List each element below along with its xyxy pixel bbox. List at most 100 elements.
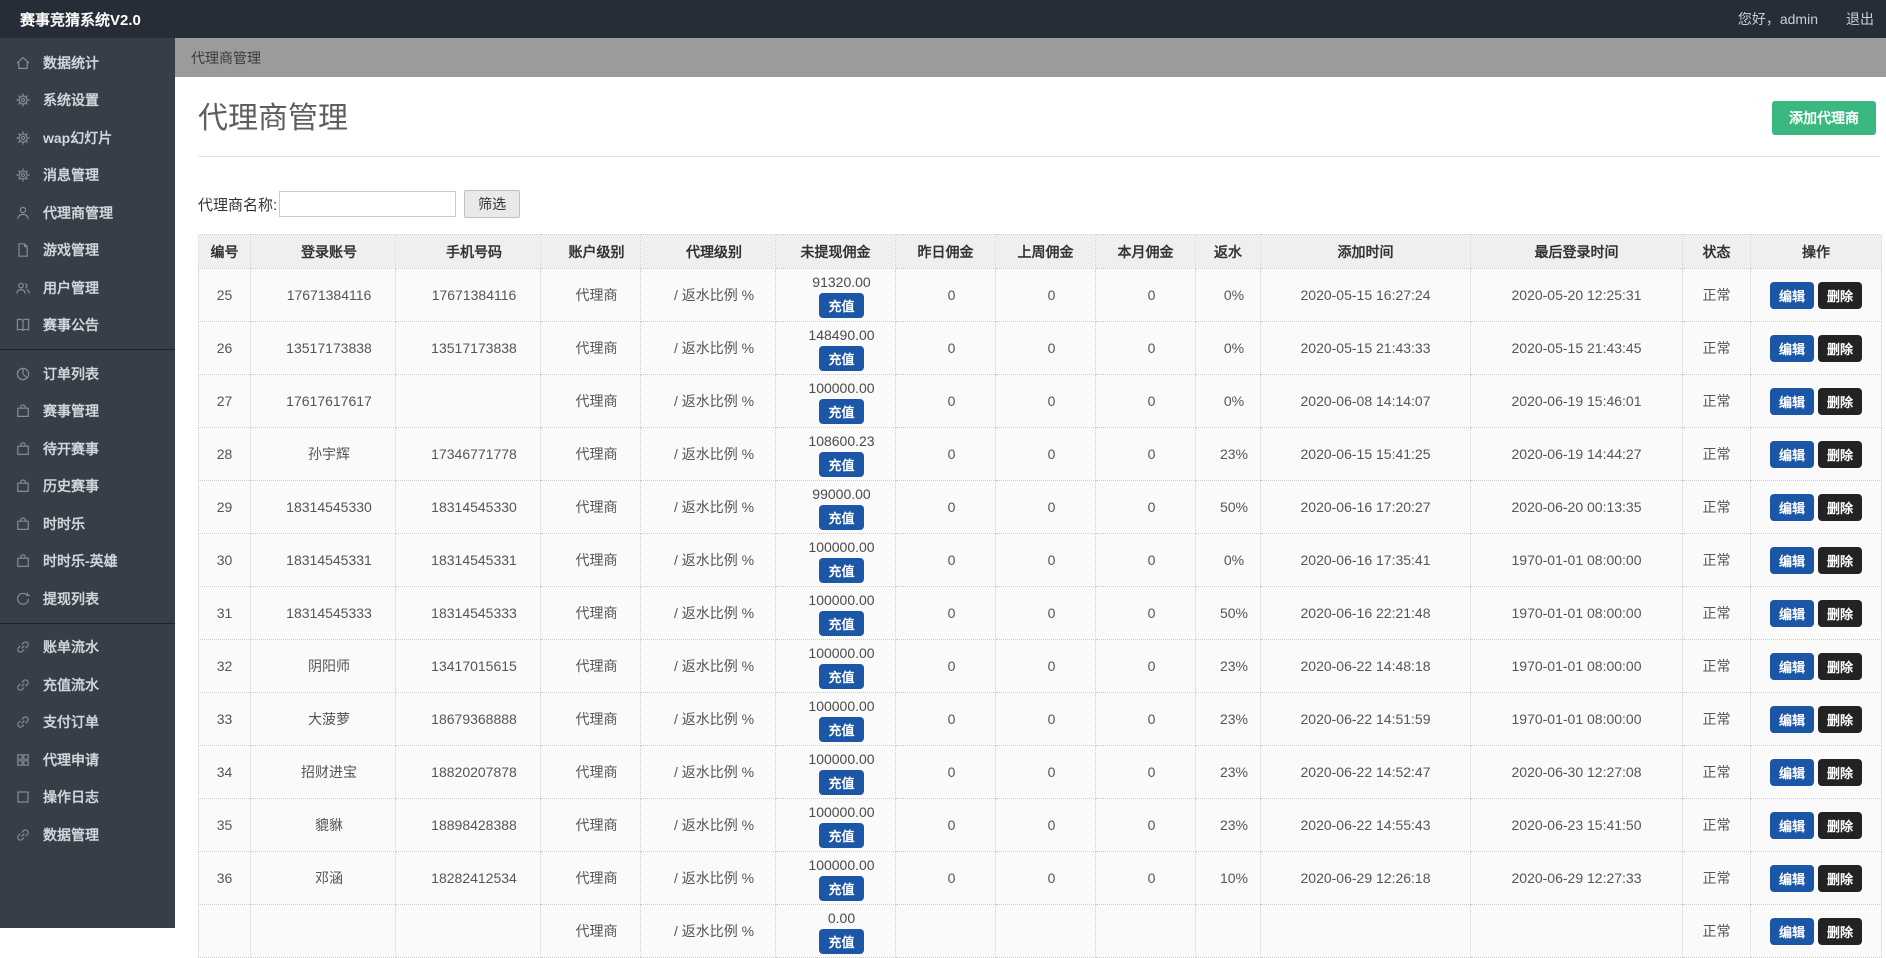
delete-button[interactable]: 删除 bbox=[1818, 917, 1863, 945]
sidebar-item-label: 支付订单 bbox=[43, 714, 99, 731]
sidebar-item-game-mgmt[interactable]: 游戏管理 bbox=[0, 232, 175, 270]
recharge-button[interactable]: 充值 bbox=[819, 664, 864, 689]
last-week-cell: 0 bbox=[995, 533, 1096, 587]
main-content: 代理商管理 添加代理商 代理商名称: 筛选 编号 登录账号 手机号码 账户级别 代理级别… bbox=[175, 77, 1886, 958]
sidebar-item-shishile[interactable]: 时时乐 bbox=[0, 505, 175, 543]
edit-button[interactable]: 编辑 bbox=[1769, 334, 1814, 362]
account-cell: 邓涵 bbox=[250, 851, 396, 905]
delete-button[interactable]: 删除 bbox=[1818, 440, 1863, 468]
edit-button[interactable]: 编辑 bbox=[1769, 864, 1814, 892]
id-cell: 30 bbox=[198, 533, 251, 587]
account-level-cell: 代理商 bbox=[540, 586, 641, 640]
status-cell: 正常 bbox=[1682, 639, 1751, 693]
sidebar-item-match-mgmt[interactable]: 赛事管理 bbox=[0, 393, 175, 431]
add-agent-button[interactable]: 添加代理商 bbox=[1772, 101, 1876, 135]
sidebar-item-shishile-hero[interactable]: 时时乐-英雄 bbox=[0, 543, 175, 581]
sidebar-item-system-settings[interactable]: 系统设置 bbox=[0, 82, 175, 120]
sidebar-item-agent-mgmt[interactable]: 代理商管理 bbox=[0, 194, 175, 232]
sidebar-item-label: 数据管理 bbox=[43, 826, 99, 843]
commission-value: 148490.00 bbox=[808, 327, 875, 343]
sidebar-item-wap-slides[interactable]: wap幻灯片 bbox=[0, 119, 175, 157]
sidebar-item-bill-flow[interactable]: 账单流水 bbox=[0, 629, 175, 667]
recharge-button[interactable]: 充值 bbox=[819, 611, 864, 636]
edit-button[interactable]: 编辑 bbox=[1769, 705, 1814, 733]
sidebar-item-message-mgmt[interactable]: 消息管理 bbox=[0, 157, 175, 195]
recharge-button[interactable]: 充值 bbox=[819, 558, 864, 583]
sidebar-item-match-announcement[interactable]: 赛事公告 bbox=[0, 307, 175, 345]
recharge-button[interactable]: 充值 bbox=[819, 346, 864, 371]
recharge-button[interactable]: 充值 bbox=[819, 505, 864, 530]
commission-cell: 100000.00 充值 bbox=[775, 692, 896, 746]
delete-button[interactable]: 删除 bbox=[1818, 705, 1863, 733]
recharge-button[interactable]: 充值 bbox=[819, 876, 864, 901]
sidebar-item-payment-orders[interactable]: 支付订单 bbox=[0, 704, 175, 742]
delete-button[interactable]: 删除 bbox=[1818, 546, 1863, 574]
sidebar-item-recharge-flow[interactable]: 充值流水 bbox=[0, 666, 175, 704]
this-month-cell: 0 bbox=[1095, 533, 1196, 587]
edit-button[interactable]: 编辑 bbox=[1769, 387, 1814, 415]
recharge-button[interactable]: 充值 bbox=[819, 929, 864, 954]
recharge-button[interactable]: 充值 bbox=[819, 717, 864, 742]
delete-button[interactable]: 删除 bbox=[1818, 493, 1863, 521]
agent-name-input[interactable] bbox=[279, 191, 457, 217]
account-cell: 貔貅 bbox=[250, 798, 396, 852]
edit-button[interactable]: 编辑 bbox=[1769, 440, 1814, 468]
agent-level-cell: / 返水比例 % bbox=[640, 533, 776, 587]
account-cell: 18314545330 bbox=[250, 480, 396, 534]
delete-button[interactable]: 删除 bbox=[1818, 811, 1863, 839]
delete-button[interactable]: 删除 bbox=[1818, 652, 1863, 680]
last-week-cell: 0 bbox=[995, 321, 1096, 375]
sidebar-item-history-matches[interactable]: 历史赛事 bbox=[0, 468, 175, 506]
link-icon bbox=[15, 827, 31, 843]
last-login-cell: 1970-01-01 08:00:00 bbox=[1470, 692, 1683, 746]
rebate-cell: 50% bbox=[1195, 480, 1261, 534]
link-icon bbox=[15, 639, 31, 655]
recharge-button[interactable]: 充值 bbox=[819, 293, 864, 318]
sidebar-item-label: 时时乐-英雄 bbox=[43, 553, 118, 570]
rebate-cell: 23% bbox=[1195, 639, 1261, 693]
edit-button[interactable]: 编辑 bbox=[1769, 811, 1814, 839]
delete-button[interactable]: 删除 bbox=[1818, 387, 1863, 415]
commission-value: 100000.00 bbox=[808, 804, 875, 820]
commission-cell: 100000.00 充值 bbox=[775, 533, 896, 587]
added-time-cell: 2020-06-15 15:41:25 bbox=[1260, 427, 1471, 481]
sidebar-item-withdraw-list[interactable]: 提现列表 bbox=[0, 580, 175, 618]
recharge-button[interactable]: 充值 bbox=[819, 399, 864, 424]
phone-cell: 18314545331 bbox=[395, 533, 541, 587]
sidebar-item-agent-apply[interactable]: 代理申请 bbox=[0, 741, 175, 779]
commission-value: 100000.00 bbox=[808, 380, 875, 396]
sidebar-item-user-mgmt[interactable]: 用户管理 bbox=[0, 269, 175, 307]
delete-button[interactable]: 删除 bbox=[1818, 281, 1863, 309]
sidebar-item-operation-log[interactable]: 操作日志 bbox=[0, 779, 175, 817]
recharge-button[interactable]: 充值 bbox=[819, 770, 864, 795]
rebate-cell: 23% bbox=[1195, 427, 1261, 481]
title-divider bbox=[198, 156, 1880, 157]
refresh-icon bbox=[15, 591, 31, 607]
logout-link[interactable]: 退出 bbox=[1846, 9, 1874, 29]
recharge-button[interactable]: 充值 bbox=[819, 452, 864, 477]
edit-button[interactable]: 编辑 bbox=[1769, 652, 1814, 680]
sidebar-item-label: 系统设置 bbox=[43, 92, 99, 109]
edit-button[interactable]: 编辑 bbox=[1769, 546, 1814, 574]
delete-button[interactable]: 删除 bbox=[1818, 758, 1863, 786]
recharge-button[interactable]: 充值 bbox=[819, 823, 864, 848]
edit-button[interactable]: 编辑 bbox=[1769, 493, 1814, 521]
edit-button[interactable]: 编辑 bbox=[1769, 758, 1814, 786]
added-time-cell: 2020-06-16 17:35:41 bbox=[1260, 533, 1471, 587]
filter-button[interactable]: 筛选 bbox=[464, 190, 521, 218]
edit-button[interactable]: 编辑 bbox=[1769, 599, 1814, 627]
sidebar-item-order-list[interactable]: 订单列表 bbox=[0, 355, 175, 393]
agent-level-cell: / 返水比例 % bbox=[640, 639, 776, 693]
delete-button[interactable]: 删除 bbox=[1818, 864, 1863, 892]
sidebar-item-pending-matches[interactable]: 待开赛事 bbox=[0, 430, 175, 468]
delete-button[interactable]: 删除 bbox=[1818, 599, 1863, 627]
sidebar-item-label: 赛事公告 bbox=[43, 317, 99, 334]
delete-button[interactable]: 删除 bbox=[1818, 334, 1863, 362]
sidebar-item-data-mgmt[interactable]: 数据管理 bbox=[0, 816, 175, 854]
edit-button[interactable]: 编辑 bbox=[1769, 917, 1814, 945]
rebate-cell: 0% bbox=[1195, 268, 1261, 322]
column-header-6: 未提现佣金 bbox=[775, 234, 896, 269]
edit-button[interactable]: 编辑 bbox=[1769, 281, 1814, 309]
sidebar-item-stats[interactable]: 数据统计 bbox=[0, 44, 175, 82]
account-cell bbox=[250, 904, 396, 958]
